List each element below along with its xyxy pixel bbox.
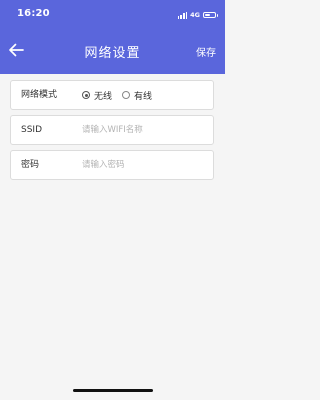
radio-wired[interactable]: 有线 xyxy=(122,89,152,102)
ssid-row: SSID xyxy=(10,115,214,145)
status-indicators: 4G xyxy=(177,10,218,20)
battery-level xyxy=(205,14,211,16)
password-label: 密码 xyxy=(21,160,40,170)
page-title: 网络设置 xyxy=(84,46,141,61)
radio-wired-label: 有线 xyxy=(134,91,153,102)
radio-wireless[interactable]: 无线 xyxy=(82,89,112,102)
status-time: 16:20 xyxy=(17,8,50,19)
radio-selected-icon[interactable] xyxy=(82,91,90,99)
network-mode-row: 网络模式 无线 有线 xyxy=(10,80,214,110)
signal-icon xyxy=(177,11,188,19)
nav-bar: 网络设置 保存 xyxy=(0,30,225,72)
ssid-input[interactable] xyxy=(82,116,202,144)
password-input[interactable] xyxy=(82,151,202,179)
network-mode-label: 网络模式 xyxy=(21,90,58,100)
save-button[interactable]: 保存 xyxy=(196,44,216,59)
radio-wireless-label: 无线 xyxy=(94,91,113,102)
ssid-label: SSID xyxy=(21,125,43,135)
network-type: 4G xyxy=(190,10,200,19)
battery-icon xyxy=(203,12,218,18)
app-header: 16:20 4G 网络设置 保存 xyxy=(0,0,225,74)
radio-unselected-icon[interactable] xyxy=(122,91,131,99)
network-mode-radio-group: 无线 有线 xyxy=(82,81,162,109)
home-indicator xyxy=(73,389,153,392)
password-row: 密码 xyxy=(10,150,214,180)
status-bar: 16:20 4G xyxy=(0,0,225,30)
